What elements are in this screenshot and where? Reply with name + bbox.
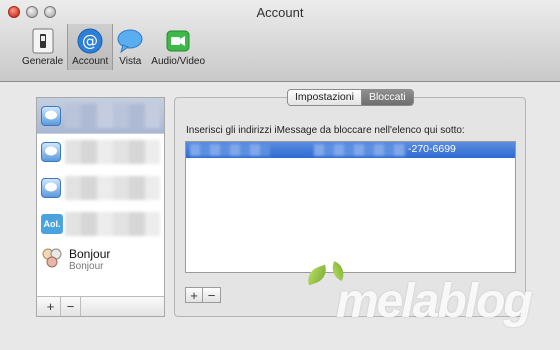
blocked-entry-number: -270-6699 xyxy=(408,143,456,155)
remove-account-button[interactable]: − xyxy=(61,297,81,316)
toolbar-label: Generale xyxy=(22,56,64,67)
sidebar-footer: + − xyxy=(37,296,164,316)
window-title: Account xyxy=(256,5,304,20)
account-name: Bonjour xyxy=(69,247,111,261)
accounts-list[interactable]: Aol. Bonjour Bonjour + − xyxy=(36,97,165,317)
bonjour-icon xyxy=(41,247,63,272)
instructions-label: Inserisci gli indirizzi iMessage da bloc… xyxy=(186,125,465,136)
toolbar-item-vista[interactable]: Vista xyxy=(113,24,147,70)
toolbar: Generale @ Account Vista Audio/Video xyxy=(18,24,209,70)
account-item[interactable]: Aol. xyxy=(37,206,164,242)
add-account-button[interactable]: + xyxy=(41,297,61,316)
switch-icon xyxy=(30,28,56,54)
tab-bar: Impostazioni Bloccati xyxy=(287,89,414,106)
account-item[interactable] xyxy=(37,170,164,206)
account-item[interactable] xyxy=(37,98,164,134)
speech-bubble-icon xyxy=(117,28,143,54)
toolbar-label: Account xyxy=(72,56,109,67)
title-bar: Account Generale @ Account Vista Audio/V… xyxy=(0,0,560,82)
blocked-entry[interactable]: -270-6699 xyxy=(186,142,515,158)
remove-blocked-button[interactable]: − xyxy=(203,287,221,303)
redacted-account-name xyxy=(65,212,160,236)
redacted-address xyxy=(314,144,406,156)
account-item[interactable] xyxy=(37,134,164,170)
add-blocked-button[interactable]: + xyxy=(185,287,203,303)
toolbar-label: Audio/Video xyxy=(151,56,206,67)
video-camera-icon xyxy=(165,28,191,54)
bonjour-text: Bonjour Bonjour xyxy=(69,247,110,272)
redacted-account-name xyxy=(65,176,160,200)
blocked-list[interactable]: -270-6699 xyxy=(185,141,516,273)
account-item-bonjour[interactable]: Bonjour Bonjour xyxy=(37,242,164,278)
tab-bloccati[interactable]: Bloccati xyxy=(360,90,413,105)
blocked-list-buttons: + − xyxy=(185,287,221,303)
imessage-icon xyxy=(41,177,61,198)
at-sign-icon: @ xyxy=(77,28,103,54)
redacted-address xyxy=(190,144,270,156)
watermark-logo: melablog xyxy=(336,275,533,328)
toolbar-item-generale[interactable]: Generale xyxy=(18,24,67,70)
toolbar-label: Vista xyxy=(119,56,142,67)
preferences-window: Account Generale @ Account Vista Audio/V… xyxy=(0,0,560,350)
imessage-icon xyxy=(41,105,61,126)
svg-text:@: @ xyxy=(82,31,98,50)
account-subtitle: Bonjour xyxy=(69,261,104,272)
aol-icon: Aol. xyxy=(41,213,63,234)
toolbar-item-audio-video[interactable]: Audio/Video xyxy=(147,24,209,70)
toolbar-item-account[interactable]: @ Account xyxy=(67,24,114,70)
tab-impostazioni[interactable]: Impostazioni xyxy=(288,90,361,105)
redacted-account-name xyxy=(65,104,160,128)
redacted-account-name xyxy=(65,140,160,164)
imessage-icon xyxy=(41,141,61,162)
